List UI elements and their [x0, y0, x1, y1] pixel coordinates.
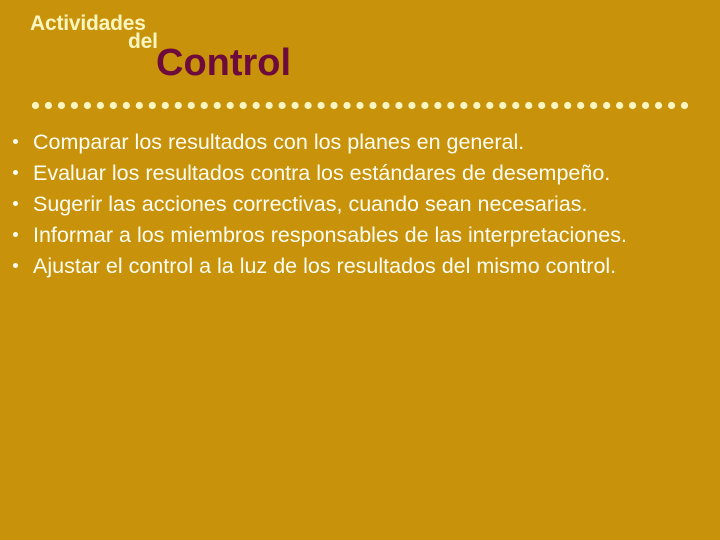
title-line-control: Control [156, 42, 292, 84]
bullet-marker-icon [13, 232, 18, 237]
divider-dot [667, 101, 676, 110]
bullet-list: Comparar los resultados con los planes e… [12, 128, 708, 283]
divider-dot [577, 101, 585, 110]
divider-dot [395, 101, 403, 110]
divider-dot [512, 101, 520, 110]
divider-dot [434, 101, 442, 110]
divider-dot [135, 101, 143, 110]
divider-dot [226, 101, 234, 110]
slide-title-block: Actividades del Control [0, 0, 720, 95]
bullet-marker-icon [13, 201, 18, 206]
divider-dot [616, 101, 624, 110]
divider-dot [564, 101, 572, 110]
divider-dot [382, 101, 390, 110]
bullet-text: Comparar los resultados con los planes e… [33, 130, 525, 154]
divider-dot [369, 101, 377, 110]
divider-dot [252, 101, 260, 110]
divider-dot [161, 101, 169, 110]
bullet-item: Ajustar el control a la luz de los resul… [12, 252, 708, 281]
divider-dot [421, 101, 429, 110]
divider-dot [343, 101, 351, 110]
bullet-item: Evaluar los resultados contra los estánd… [12, 159, 708, 188]
bullet-marker-icon [13, 170, 18, 175]
divider-dot [499, 101, 507, 110]
divider-dot [551, 101, 559, 110]
bullet-item: Informar a los miembros responsables de … [12, 221, 708, 250]
divider-dot [31, 101, 40, 110]
divider-dot [213, 101, 221, 110]
divider-dot [447, 101, 455, 110]
divider-dot [330, 101, 338, 110]
bullet-text: Ajustar el control a la luz de los resul… [33, 254, 617, 278]
divider-dot [291, 101, 299, 110]
slide-canvas: Actividades del Control Comparar los res… [0, 0, 720, 540]
divider-dot [83, 101, 92, 110]
divider-dot [680, 101, 689, 110]
divider-dot [148, 101, 156, 110]
divider-dot [278, 101, 286, 110]
bullet-item: Comparar los resultados con los planes e… [12, 128, 708, 157]
divider-dot [96, 101, 104, 110]
divider-dot [304, 101, 312, 110]
bullet-marker-icon [13, 139, 18, 144]
divider-dot [538, 101, 546, 110]
bullet-marker-icon [13, 263, 18, 268]
divider-dot [200, 101, 208, 110]
divider-dot [57, 101, 66, 110]
divider-dot [70, 101, 79, 110]
bullet-text: Evaluar los resultados contra los estánd… [33, 161, 611, 185]
divider-dot [239, 101, 247, 110]
divider-dot [641, 101, 650, 110]
dotted-divider [31, 101, 689, 110]
divider-dot [460, 101, 468, 110]
divider-dot [486, 101, 494, 110]
divider-dot [654, 101, 663, 110]
divider-dot [44, 101, 53, 110]
divider-dot [109, 101, 117, 110]
divider-dot [187, 101, 195, 110]
bullet-text: Sugerir las acciones correctivas, cuando… [33, 192, 588, 216]
divider-dot [525, 101, 533, 110]
divider-dot [628, 101, 637, 110]
divider-dot [265, 101, 273, 110]
divider-dot [174, 101, 182, 110]
divider-dot [408, 101, 416, 110]
divider-dots [31, 101, 689, 110]
bullet-item: Sugerir las acciones correctivas, cuando… [12, 190, 708, 219]
divider-dot [603, 101, 611, 110]
divider-dot [590, 101, 598, 110]
divider-dot [356, 101, 364, 110]
divider-dot [122, 101, 130, 110]
divider-dot [317, 101, 325, 110]
title-line-del: del [128, 30, 158, 53]
bullet-text: Informar a los miembros responsables de … [33, 223, 627, 247]
divider-dot [473, 101, 481, 110]
